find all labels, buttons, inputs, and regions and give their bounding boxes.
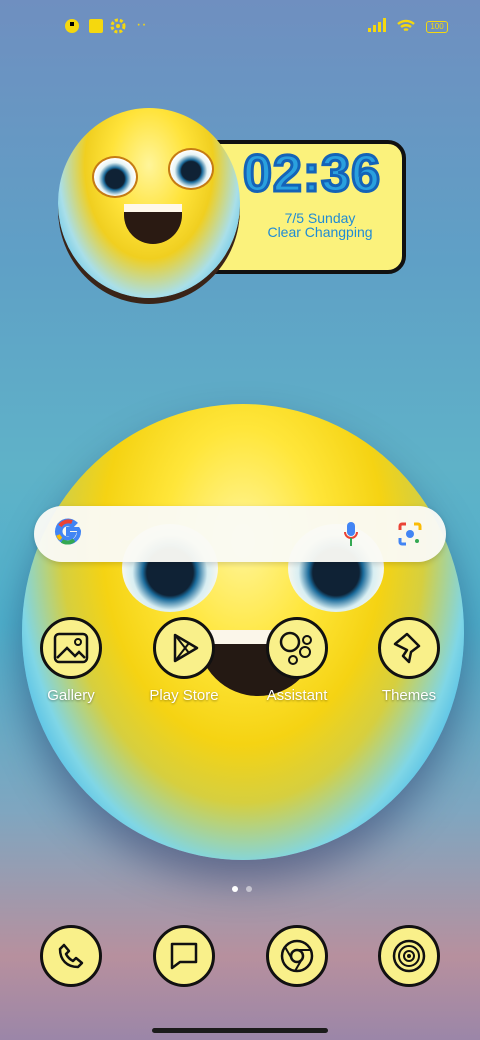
widget-mouth <box>124 204 182 244</box>
play-store-icon <box>153 617 215 679</box>
gear-icon <box>110 18 126 39</box>
app-label: Assistant <box>266 687 328 704</box>
page-dot[interactable] <box>246 886 252 892</box>
dock-camera[interactable] <box>359 925 459 987</box>
themes-icon <box>378 617 440 679</box>
wifi-icon <box>396 18 416 39</box>
battery-icon: 100 <box>426 21 448 33</box>
phone-icon <box>40 925 102 987</box>
home-indicator[interactable] <box>152 1028 328 1033</box>
widget-right-eye <box>168 148 214 190</box>
lens-icon[interactable] <box>396 520 424 548</box>
app-play-store[interactable]: Play Store <box>134 617 234 704</box>
assistant-icon <box>266 617 328 679</box>
app-label: Gallery <box>47 687 95 704</box>
signal-icon <box>368 18 390 37</box>
app-themes[interactable]: Themes <box>359 617 459 704</box>
camera-icon <box>378 925 440 987</box>
status-bar: ·· 100 <box>0 0 480 56</box>
google-search-bar[interactable] <box>34 506 446 562</box>
widget-smiley <box>58 108 240 298</box>
app-label: Themes <box>381 687 437 704</box>
clock-weather: Clear Changping <box>267 224 373 240</box>
more-icon: ·· <box>136 16 147 33</box>
google-logo <box>54 517 82 553</box>
clock-time: 02:36 <box>242 144 382 205</box>
messages-icon <box>153 925 215 987</box>
app-label: Play Store <box>149 687 219 704</box>
tile-icon <box>64 18 80 39</box>
dock-phone[interactable] <box>21 925 121 987</box>
page-dot[interactable] <box>232 886 238 892</box>
app-assistant[interactable]: Assistant <box>247 617 347 704</box>
dock-messages[interactable] <box>134 925 234 987</box>
gallery-icon <box>40 617 102 679</box>
app-gallery[interactable]: Gallery <box>21 617 121 704</box>
page-indicator <box>228 879 256 897</box>
mic-icon[interactable] <box>344 520 358 548</box>
chrome-icon <box>266 925 328 987</box>
widget-left-eye <box>92 156 138 198</box>
dock-chrome[interactable] <box>247 925 347 987</box>
square-icon <box>88 18 104 39</box>
